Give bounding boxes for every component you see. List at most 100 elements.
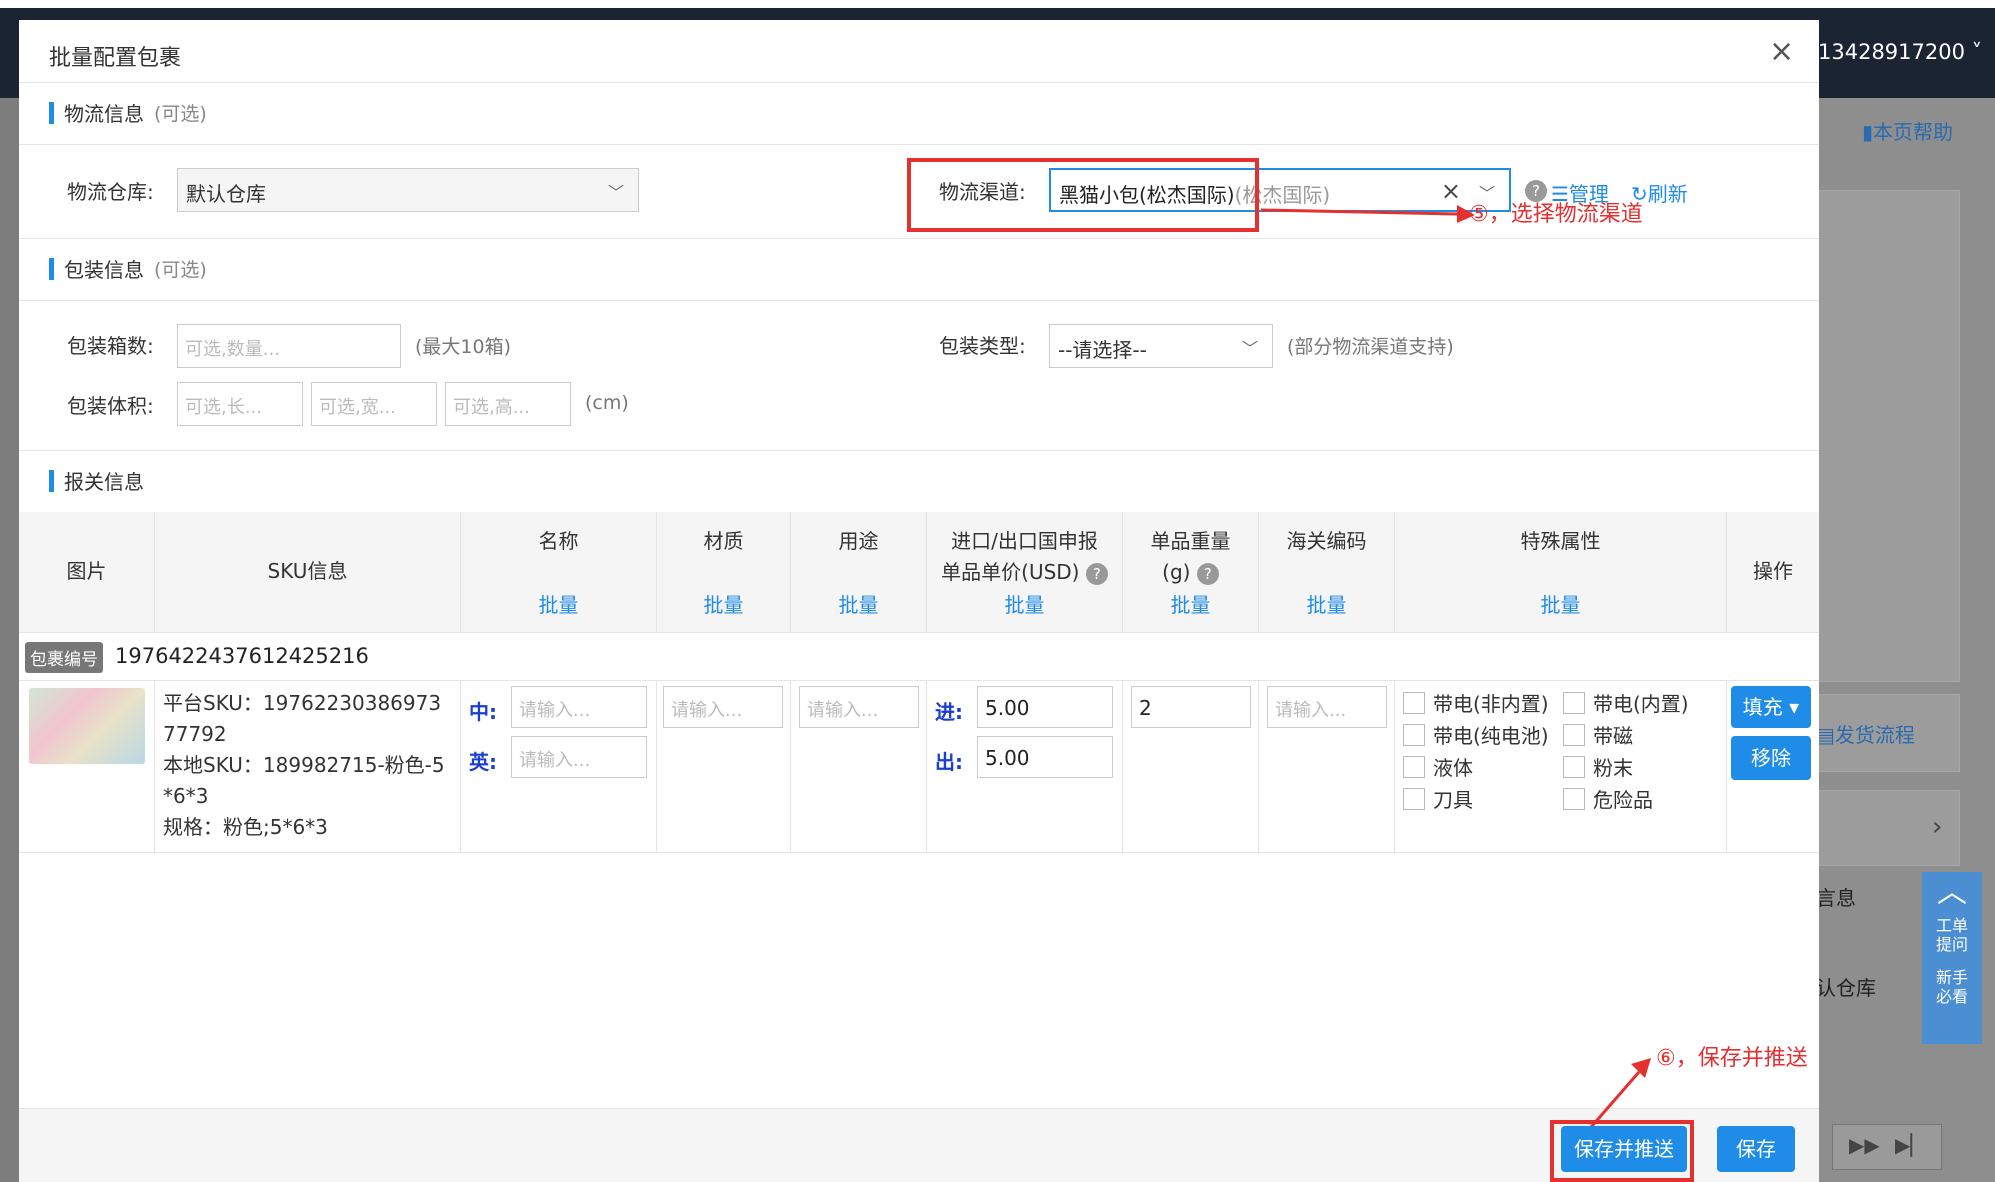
header-image-text: 图片: [66, 559, 107, 583]
header-sku: SKU信息: [155, 512, 461, 632]
checkbox-box[interactable]: [1403, 723, 1425, 746]
attr-checkbox[interactable]: 危险品: [1563, 784, 1653, 813]
page-help-link[interactable]: ▮本页帮助: [1862, 116, 1953, 145]
refresh-label: 刷新: [1647, 182, 1688, 206]
weight-input[interactable]: 2: [1131, 686, 1251, 728]
close-icon[interactable]: ×: [1769, 34, 1794, 69]
ship-flow-link[interactable]: ▤发货流程: [1816, 719, 1915, 748]
checkbox-box[interactable]: [1563, 691, 1585, 714]
zh-label: 中:: [469, 700, 497, 724]
header-name: 名称 批量: [461, 512, 657, 632]
checkbox-box[interactable]: [1403, 755, 1425, 778]
usage-input[interactable]: 请输入...: [799, 686, 919, 728]
header-weight: 单品重量 (g) ? 批量: [1123, 512, 1259, 632]
customs-section-title: 报关信息: [49, 466, 144, 495]
checkbox-box[interactable]: [1403, 691, 1425, 714]
header-special-text: 特殊属性: [1520, 529, 1601, 553]
divider: [19, 82, 1819, 83]
name-en-input[interactable]: 请输入...: [511, 736, 647, 778]
attr-checkbox[interactable]: 粉末: [1563, 752, 1633, 781]
attr-checkbox[interactable]: 带电(非内置): [1403, 688, 1549, 717]
import-price-input[interactable]: 5.00: [977, 686, 1113, 728]
package-type-hint: (部分物流渠道支持): [1287, 336, 1454, 358]
annotation-box-channel: [907, 158, 1259, 232]
batch-material-link[interactable]: 批量: [657, 589, 790, 618]
package-type-select[interactable]: --请选择-- ﹀: [1049, 324, 1273, 368]
divider: [19, 852, 1819, 853]
header-weight-line1: 单品重量: [1150, 529, 1231, 553]
background-warehouse-text: 认仓库: [1816, 976, 1876, 1000]
header-usage-text: 用途: [838, 529, 879, 553]
attr-label: 刀具: [1433, 788, 1473, 812]
background-info-text: 言息: [1816, 886, 1856, 910]
attr-checkbox[interactable]: 液体: [1403, 752, 1473, 781]
spec-label: 规格：: [163, 815, 223, 839]
package-type-value: --请选择--: [1058, 338, 1147, 362]
batch-usage-link[interactable]: 批量: [791, 589, 926, 618]
packing-title-text: 包装信息: [64, 258, 144, 282]
attr-checkbox[interactable]: 刀具: [1403, 784, 1473, 813]
newbie-link[interactable]: 新手必看: [1935, 968, 1969, 1006]
optional-tag: (可选): [154, 259, 207, 281]
sku-info: 平台SKU：1976223038697377792 本地SKU：18998271…: [163, 688, 453, 843]
batch-price-link[interactable]: 批量: [927, 589, 1122, 618]
product-image: [29, 688, 145, 764]
dialog-title: 批量配置包裹: [49, 46, 182, 71]
header-price-line2: 单品单价(USD): [941, 560, 1080, 584]
checkbox-box[interactable]: [1563, 723, 1585, 746]
optional-tag: (可选): [154, 103, 207, 125]
annotation-arrow: [1260, 205, 1475, 223]
remove-button[interactable]: 移除: [1731, 736, 1811, 780]
header-hs-code: 海关编码 批量: [1259, 512, 1395, 632]
divider: [19, 450, 1819, 451]
annotation-step6: ⑥，保存并推送: [1656, 1046, 1808, 1071]
checkbox-box[interactable]: [1403, 787, 1425, 810]
package-type-label: 包装类型:: [939, 334, 1026, 358]
package-badge: 包裹编号: [25, 642, 103, 673]
export-price-input[interactable]: 5.00: [977, 736, 1113, 778]
divider: [19, 144, 1819, 145]
chevron-right-icon[interactable]: ›: [1932, 812, 1942, 842]
warehouse-select[interactable]: 默认仓库 ﹀: [177, 168, 639, 212]
fill-button[interactable]: 填充 ▾: [1731, 686, 1811, 728]
name-zh-input[interactable]: 请输入...: [511, 686, 647, 728]
batch-weight-link[interactable]: 批量: [1123, 589, 1258, 618]
user-phone-menu[interactable]: 13428917200 ˅: [1818, 40, 1982, 64]
header-material: 材质 批量: [657, 512, 791, 632]
width-input[interactable]: 可选,宽...: [311, 382, 437, 426]
last-page-icon[interactable]: ▶▏: [1895, 1133, 1926, 1157]
header-price-text: 进口/出口国申报单品单价(USD) ?: [927, 526, 1122, 588]
divider: [19, 300, 1819, 301]
support-widget[interactable]: ︿ 工单提问 新手必看: [1922, 872, 1982, 1044]
save-button[interactable]: 保存: [1717, 1126, 1795, 1172]
help-icon[interactable]: ?: [1196, 562, 1219, 585]
length-input[interactable]: 可选,长...: [177, 382, 303, 426]
checkbox-box[interactable]: [1563, 787, 1585, 810]
batch-name-link[interactable]: 批量: [461, 589, 656, 618]
height-input[interactable]: 可选,高...: [445, 382, 571, 426]
batch-hs-code-link[interactable]: 批量: [1259, 589, 1394, 618]
chevron-up-icon[interactable]: ︿: [1922, 876, 1982, 910]
pager-controls[interactable]: ▶▶ ▶▏: [1832, 1124, 1942, 1170]
next-page-icon[interactable]: ▶▶: [1849, 1133, 1880, 1157]
attr-checkbox[interactable]: 带磁: [1563, 720, 1633, 749]
ship-flow-label: 发货流程: [1834, 723, 1915, 747]
box-count-hint: (最大10箱): [415, 336, 512, 358]
annotation-box-save: [1550, 1120, 1694, 1182]
hs-code-input[interactable]: 请输入...: [1267, 686, 1387, 728]
chevron-down-icon: ﹀: [607, 183, 624, 202]
header-hs-code-text: 海关编码: [1286, 529, 1367, 553]
batch-special-link[interactable]: 批量: [1395, 589, 1726, 618]
ticket-link[interactable]: 工单提问: [1935, 916, 1969, 954]
checkbox-box[interactable]: [1563, 755, 1585, 778]
box-count-input[interactable]: 可选,数量...: [177, 324, 401, 368]
attr-checkbox[interactable]: 带电(纯电池): [1403, 720, 1549, 749]
header-action-text: 操作: [1753, 559, 1793, 583]
material-input[interactable]: 请输入...: [663, 686, 783, 728]
header-price-line1: 进口/出口国申报: [951, 529, 1098, 553]
header-weight-line2: (g): [1162, 560, 1191, 584]
attr-checkbox[interactable]: 带电(内置): [1563, 688, 1689, 717]
section-marker: [49, 257, 54, 280]
help-icon[interactable]: ?: [1085, 562, 1108, 585]
volume-unit: (cm): [585, 392, 629, 414]
